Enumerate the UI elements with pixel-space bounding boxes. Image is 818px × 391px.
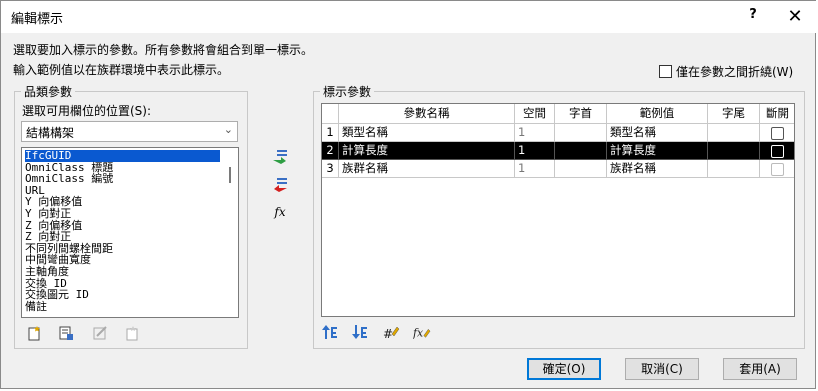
edit-parameter-icon[interactable]	[57, 324, 75, 342]
cell-sample[interactable]: 類型名稱	[607, 124, 708, 142]
column-header[interactable]: 字尾	[708, 104, 760, 124]
available-fields-list[interactable]: IfcGUID OmniClass 標題 OmniClass 編號 URL Y 向偏移值…	[21, 147, 239, 318]
edit-format-icon[interactable]: #	[382, 323, 400, 341]
cell-suffix[interactable]	[708, 124, 760, 142]
cell-break	[760, 142, 794, 160]
cell-prefix[interactable]	[555, 124, 607, 142]
add-parameter-arrow-icon[interactable]	[271, 147, 289, 165]
cell-name[interactable]: 類型名稱	[339, 124, 515, 142]
break-checkbox[interactable]	[771, 145, 784, 158]
close-button[interactable]: ✕	[781, 5, 809, 29]
edit-formula-icon[interactable]: fx	[413, 323, 431, 341]
column-header[interactable]: 參數名稱	[339, 104, 515, 124]
cell-break	[760, 124, 794, 142]
svg-text:#: #	[383, 327, 393, 340]
apply-button[interactable]: 套用(A)	[723, 358, 797, 380]
chevron-down-icon: ⌄	[223, 123, 233, 136]
wrap-checkbox-label: 僅在參數之間折繞(W)	[676, 65, 794, 79]
cell-space[interactable]: 1	[515, 160, 555, 178]
column-header[interactable]: 空間	[515, 104, 555, 124]
list-scrollbar[interactable]	[223, 149, 237, 316]
column-header[interactable]: 字首	[555, 104, 607, 124]
edit-label-dialog: 編輯標示 ? ✕ 選取要加入標示的參數。所有參數將會組合到單一標示。 輸入範例值…	[0, 0, 817, 389]
remove-parameter-arrow-icon[interactable]	[271, 175, 289, 193]
cell-name[interactable]: 族群名稱	[339, 160, 515, 178]
cell-name[interactable]: 計算長度	[339, 142, 515, 160]
column-header[interactable]: 範例值	[607, 104, 708, 124]
row-number[interactable]: 3	[322, 160, 339, 178]
label-parameters-title: 標示參數	[323, 85, 372, 99]
formula-icon[interactable]: fx	[271, 203, 289, 221]
row-number[interactable]: 2	[322, 142, 339, 160]
cell-space[interactable]: 1	[515, 142, 555, 160]
field-category-value: 結構構架	[26, 126, 75, 140]
cell-sample[interactable]: 計算長度	[607, 142, 708, 160]
cell-break	[760, 160, 794, 178]
description-line-1: 選取要加入標示的參數。所有參數將會組合到單一標示。	[13, 43, 314, 57]
row-number[interactable]: 1	[322, 124, 339, 142]
title-bar: 編輯標示 ? ✕	[1, 1, 817, 33]
field-list-item[interactable]: 主軸角度	[25, 266, 69, 278]
delete-parameter-icon	[123, 324, 141, 342]
category-parameters-title: 品類參數	[24, 85, 73, 99]
description-line-2: 輸入範例值以在族群環境中表示此標示。	[13, 63, 230, 77]
cancel-button[interactable]: 取消(C)	[625, 358, 699, 380]
field-list-item[interactable]: 交換圖元 ID	[25, 289, 89, 301]
wrap-checkbox[interactable]	[659, 65, 672, 78]
column-header[interactable]: 斷開	[760, 104, 794, 124]
select-fields-label: 選取可用欄位的位置(S):	[22, 104, 152, 118]
cell-sample[interactable]: 族群名稱	[607, 160, 708, 178]
modify-icon	[91, 324, 109, 342]
dialog-title: 編輯標示	[11, 12, 64, 27]
break-checkbox[interactable]	[771, 163, 784, 176]
help-button[interactable]: ?	[742, 7, 764, 27]
cell-prefix[interactable]	[555, 160, 607, 178]
move-up-icon[interactable]	[321, 323, 339, 341]
new-parameter-icon[interactable]	[25, 324, 43, 342]
svg-text:fx: fx	[413, 327, 423, 340]
cell-space[interactable]: 1	[515, 124, 555, 142]
field-list-item[interactable]: Z 向對正	[25, 231, 71, 243]
ok-button[interactable]: 確定(O)	[527, 358, 601, 380]
label-parameters-table: 參數名稱 空間 字首 範例值 字尾 斷開 1 類型名稱 1 類型名稱 2 計算長度 1 計算長…	[321, 103, 795, 317]
cell-suffix[interactable]	[708, 142, 760, 160]
break-checkbox[interactable]	[771, 127, 784, 140]
move-down-icon[interactable]	[351, 323, 369, 341]
field-list-item[interactable]: OmniClass 編號	[25, 173, 113, 185]
wrap-between-parameters-option[interactable]: 僅在參數之間折繞(W)	[659, 63, 793, 80]
field-list-item[interactable]: 備註	[25, 301, 47, 313]
cell-suffix[interactable]	[708, 160, 760, 178]
scrollbar-thumb[interactable]	[229, 167, 231, 183]
row-number-header	[322, 104, 339, 124]
cell-prefix[interactable]	[555, 142, 607, 160]
field-list-item[interactable]: IfcGUID	[25, 150, 220, 162]
field-list-item[interactable]: Y 向對正	[25, 208, 71, 220]
field-category-dropdown[interactable]: 結構構架 ⌄	[21, 121, 238, 142]
